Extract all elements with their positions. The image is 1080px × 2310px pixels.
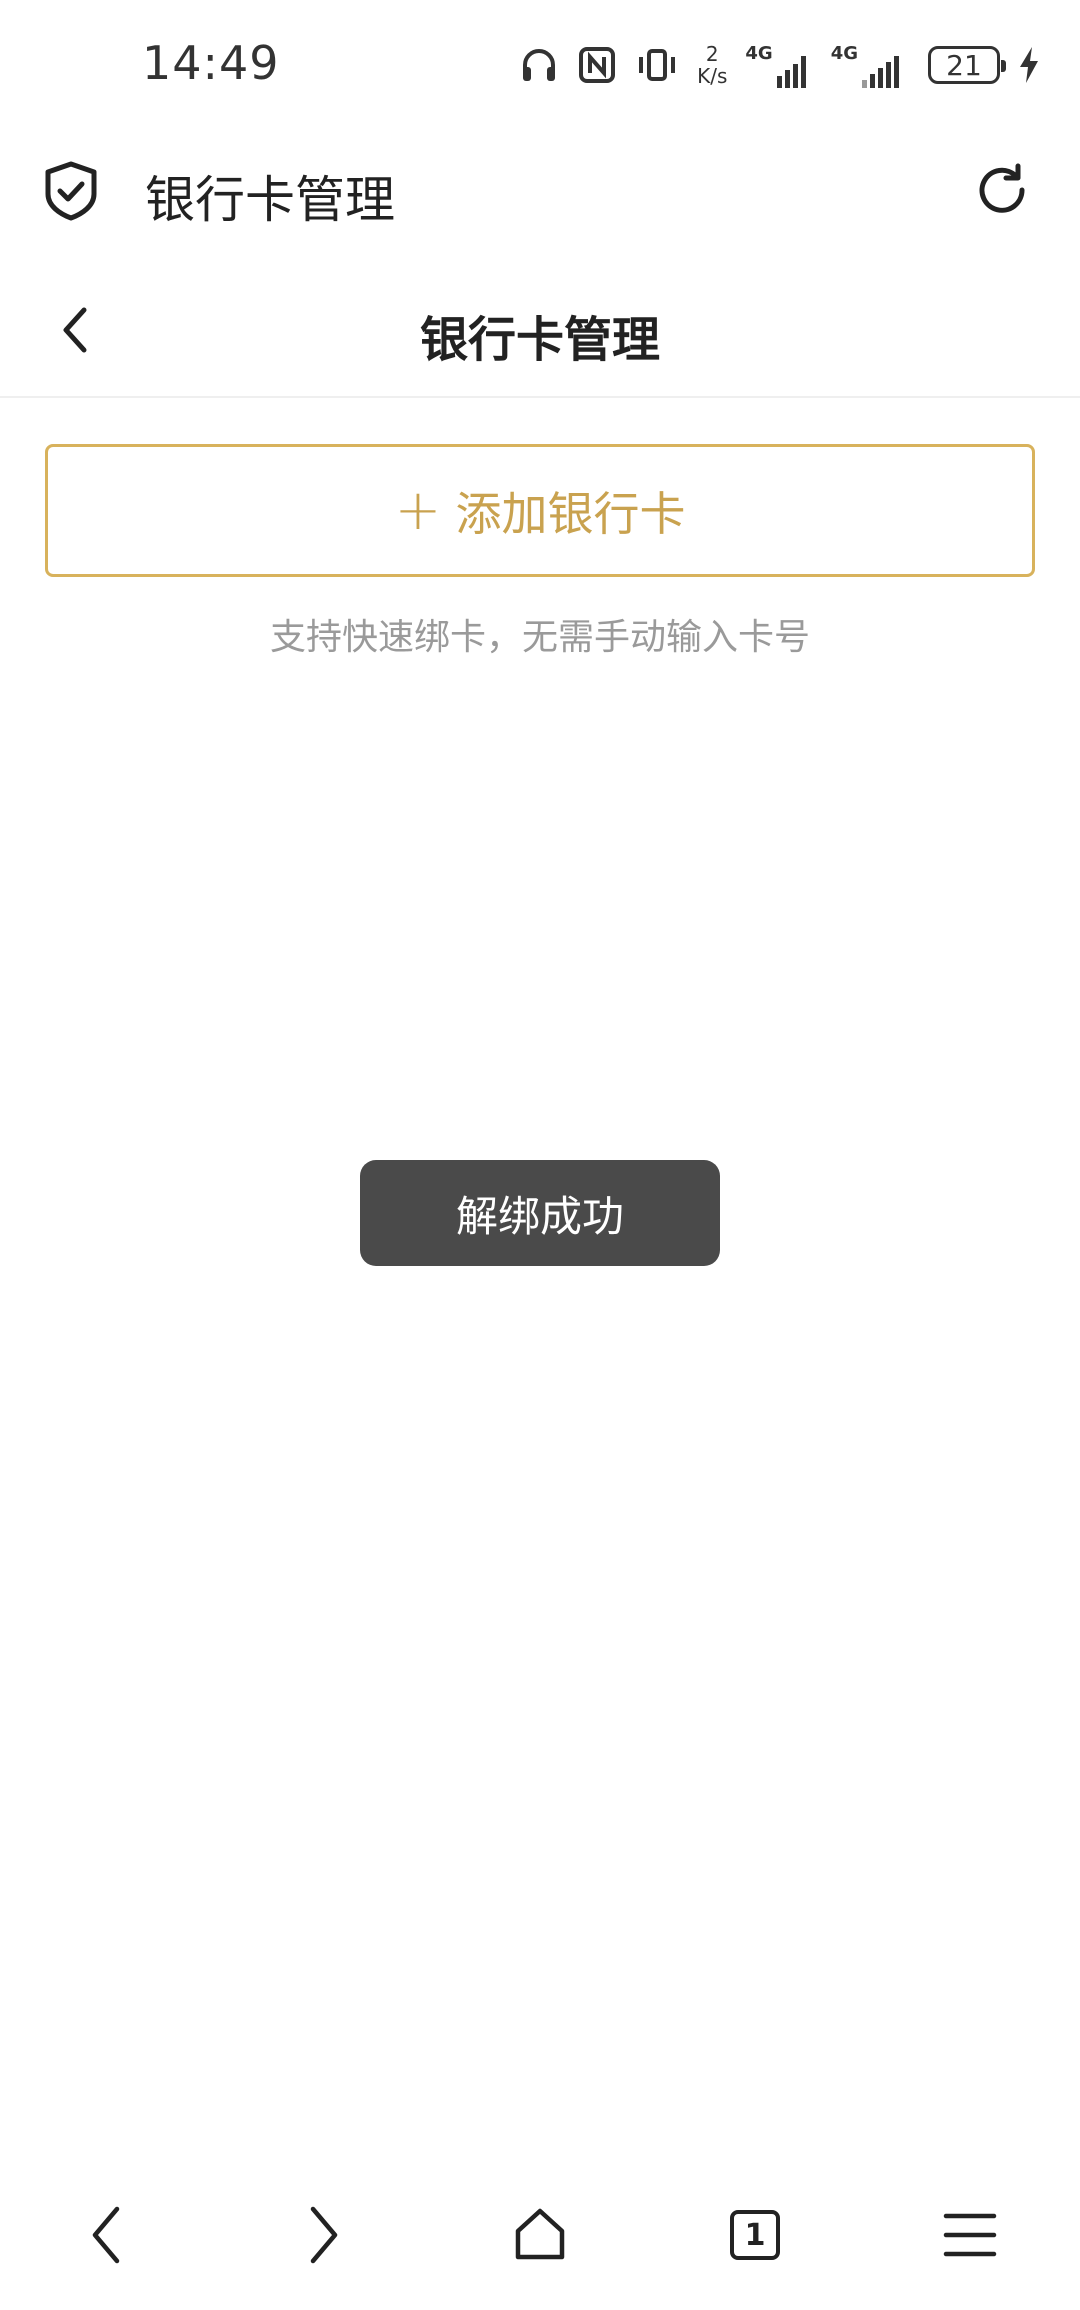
sim2-label: 4G [830,42,858,64]
refresh-icon[interactable] [972,160,1032,224]
nav-back-button[interactable] [52,2180,162,2290]
plus-icon: + [394,477,442,543]
toast-message: 解绑成功 [360,1160,720,1266]
menu-icon [943,2213,997,2257]
nav-menu-button[interactable] [915,2180,1025,2290]
charging-icon [1018,45,1040,85]
browser-title: 银行卡管理 [145,171,395,229]
status-bar: 14:49 2 K/s 4G 4G 21 [0,0,1080,130]
chevron-right-icon [310,2206,338,2264]
network-speed: 2 K/s [697,43,727,87]
quick-bind-hint: 支持快速绑卡，无需手动输入卡号 [269,617,810,658]
page-title: 银行卡管理 [419,312,660,368]
sim2-signal: 4G [831,43,910,88]
add-bank-card-button[interactable]: + 添加银行卡 [45,444,1035,577]
headphones-icon [519,45,559,85]
status-time: 14:49 [142,36,280,90]
status-icons: 2 K/s 4G 4G 21 [519,40,1040,90]
shield-check-icon[interactable] [42,160,100,226]
signal-icon [862,55,899,88]
nav-home-button[interactable] [485,2180,595,2290]
battery-icon: 21 [928,46,1006,84]
vibrate-icon [635,45,679,85]
browser-header: 银行卡管理 [0,130,1080,250]
home-icon [515,2208,565,2260]
tab-count: 1 [730,2210,780,2260]
chevron-left-icon [92,2206,120,2264]
network-speed-value: 2 [705,42,719,66]
sim1-label: 4G [745,42,773,64]
nfc-icon [577,45,617,85]
signal-icon [776,55,806,88]
page-nav-bar: 银行卡管理 [0,270,1080,398]
nav-forward-button[interactable] [268,2180,378,2290]
sim1-signal: 4G [745,43,812,88]
network-speed-unit: K/s [697,64,728,88]
browser-bottom-nav: 1 [0,2180,1080,2290]
nav-tabs-button[interactable]: 1 [700,2180,810,2290]
battery-level: 21 [946,48,982,82]
add-bank-card-label: 添加银行卡 [455,486,686,541]
toast-text: 解绑成功 [455,1191,624,1241]
